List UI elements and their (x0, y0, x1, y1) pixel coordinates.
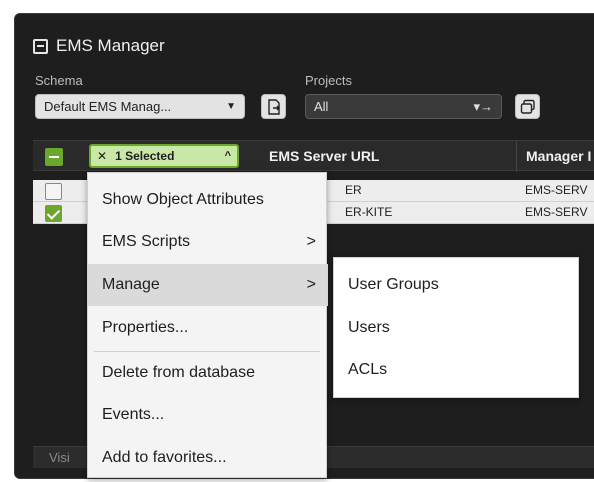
schema-value: Default EMS Manag... (44, 99, 172, 114)
export-icon (267, 98, 280, 115)
menu-item-manage[interactable]: Manage > (88, 264, 328, 306)
footer-text: Visi (49, 450, 70, 465)
cell-url: ER-KITE (345, 205, 393, 219)
select-all-checkbox[interactable] (45, 148, 63, 166)
menu-item-show-object-attributes[interactable]: Show Object Attributes (88, 179, 328, 221)
caret-arrow-icon: ▾→ (473, 98, 493, 114)
column-header-url[interactable]: EMS Server URL (269, 148, 379, 164)
cell-manager: EMS-SERV (525, 183, 588, 197)
row-checkbox[interactable] (45, 183, 62, 200)
selection-dropdown[interactable]: ✕ 1 Selected ^ (89, 144, 239, 168)
menu-item-label: Manage (102, 276, 160, 293)
menu-item-label: Properties... (102, 319, 189, 336)
projects-dropdown[interactable]: All ▾→ (305, 94, 502, 119)
projects-label: Projects (305, 73, 352, 88)
cell-url: ER (345, 183, 362, 197)
chevron-up-icon: ^ (224, 150, 231, 162)
panel-title: EMS Manager (56, 36, 165, 55)
projects-value: All (314, 99, 329, 114)
chevron-right-icon: > (306, 233, 316, 250)
submenu-item-user-groups[interactable]: User Groups (348, 276, 439, 294)
menu-item-delete-from-database[interactable]: Delete from database (88, 352, 328, 394)
clear-selection-icon[interactable]: ✕ (97, 149, 107, 163)
collapse-icon[interactable] (33, 38, 48, 54)
column-header-manager[interactable]: Manager I (526, 148, 591, 164)
schema-dropdown[interactable]: Default EMS Manag... ▼ (35, 94, 245, 119)
selected-count: 1 Selected (115, 149, 175, 163)
manage-submenu: User Groups Users ACLs (333, 257, 579, 398)
export-button[interactable] (261, 94, 286, 119)
copy-icon (520, 99, 535, 114)
table-header: ✕ 1 Selected ^ EMS Server URL Manager I (33, 140, 594, 172)
row-checkbox[interactable] (45, 205, 62, 222)
menu-item-label: Add to favorites... (102, 449, 227, 466)
menu-item-add-to-favorites[interactable]: Add to favorites... (88, 437, 328, 479)
menu-item-label: Delete from database (102, 364, 255, 381)
submenu-item-acls[interactable]: ACLs (348, 361, 387, 379)
menu-item-label: EMS Scripts (102, 233, 191, 250)
menu-item-label: Events... (102, 406, 165, 423)
panel-titlebar: EMS Manager (33, 34, 165, 58)
chevron-right-icon: > (306, 276, 316, 293)
submenu-item-users[interactable]: Users (348, 319, 390, 337)
context-menu: Show Object Attributes EMS Scripts > Man… (87, 172, 328, 479)
menu-item-events[interactable]: Events... (88, 394, 328, 436)
menu-item-properties[interactable]: Properties... (88, 307, 328, 349)
caret-down-icon: ▼ (226, 101, 236, 112)
copy-button[interactable] (515, 94, 540, 119)
menu-item-label: Show Object Attributes (102, 191, 264, 208)
cell-manager: EMS-SERV (525, 205, 588, 219)
menu-item-ems-scripts[interactable]: EMS Scripts > (88, 221, 328, 263)
schema-label: Schema (35, 73, 83, 88)
column-divider[interactable] (516, 141, 517, 172)
